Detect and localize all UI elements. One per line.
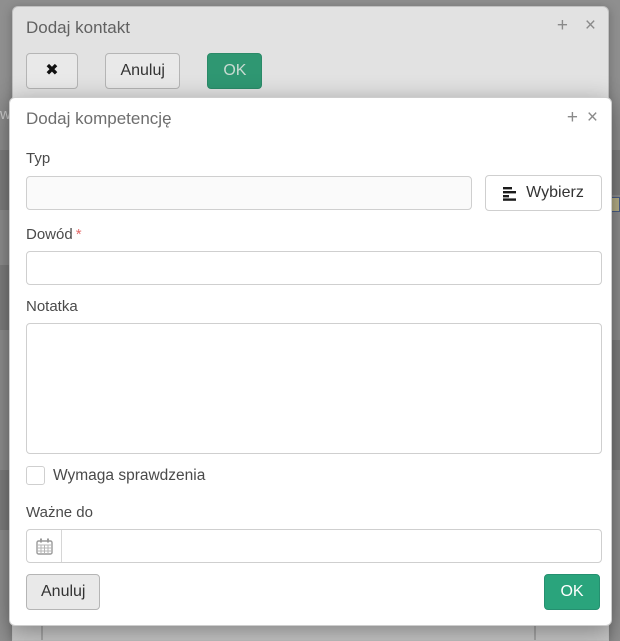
dialog-footer: Anuluj OK (10, 574, 611, 610)
typ-label: Typ (26, 150, 50, 167)
required-mark: * (76, 226, 82, 243)
background-row-fragment (0, 150, 9, 210)
dialog-toolbar: ✖ Anuluj OK (26, 53, 262, 89)
table-column-divider (41, 625, 43, 640)
maximize-icon[interactable]: + (567, 108, 578, 127)
typ-input[interactable] (26, 176, 472, 210)
close-icon[interactable]: × (585, 16, 596, 35)
wybierz-button[interactable]: Wybierz (485, 175, 602, 211)
dialog-dodaj-kompetencje: Dodaj kompetencję + × Typ Wybierz Dowód*… (9, 97, 612, 626)
wybierz-button-label: Wybierz (526, 184, 584, 202)
calendar-icon (36, 538, 53, 555)
dialog-content-sliver (13, 625, 608, 640)
close-x-button[interactable]: ✖ (26, 53, 78, 89)
wymaga-sprawdzenia-row[interactable]: Wymaga sprawdzenia (26, 466, 205, 485)
close-icon[interactable]: × (587, 108, 598, 127)
background-row-fragment (0, 265, 9, 330)
cancel-button[interactable]: Anuluj (26, 574, 100, 610)
dowod-input[interactable] (26, 251, 602, 285)
list-icon (503, 186, 518, 201)
ok-button[interactable]: OK (207, 53, 262, 89)
notatka-label: Notatka (26, 298, 78, 315)
dowod-label: Dowód* (26, 226, 82, 243)
dialog-title: Dodaj kompetencję (26, 109, 172, 129)
calendar-addon[interactable] (27, 530, 62, 562)
background-row-fragment (612, 150, 620, 195)
dialog-title: Dodaj kontakt (26, 18, 130, 38)
wymaga-sprawdzenia-checkbox[interactable] (26, 466, 45, 485)
background-row-fragment (0, 470, 9, 530)
cancel-button[interactable]: Anuluj (105, 53, 179, 89)
background-row-fragment (612, 340, 620, 470)
notatka-textarea[interactable] (26, 323, 602, 454)
dialog-header: Dodaj kontakt + × (13, 7, 608, 49)
maximize-icon[interactable]: + (557, 16, 568, 35)
wazne-do-label: Ważne do (26, 504, 93, 521)
wazne-do-input[interactable] (62, 530, 601, 562)
wazne-do-field (26, 529, 602, 563)
table-column-divider (534, 625, 536, 640)
wymaga-sprawdzenia-label: Wymaga sprawdzenia (53, 467, 205, 485)
ok-button[interactable]: OK (544, 574, 600, 610)
